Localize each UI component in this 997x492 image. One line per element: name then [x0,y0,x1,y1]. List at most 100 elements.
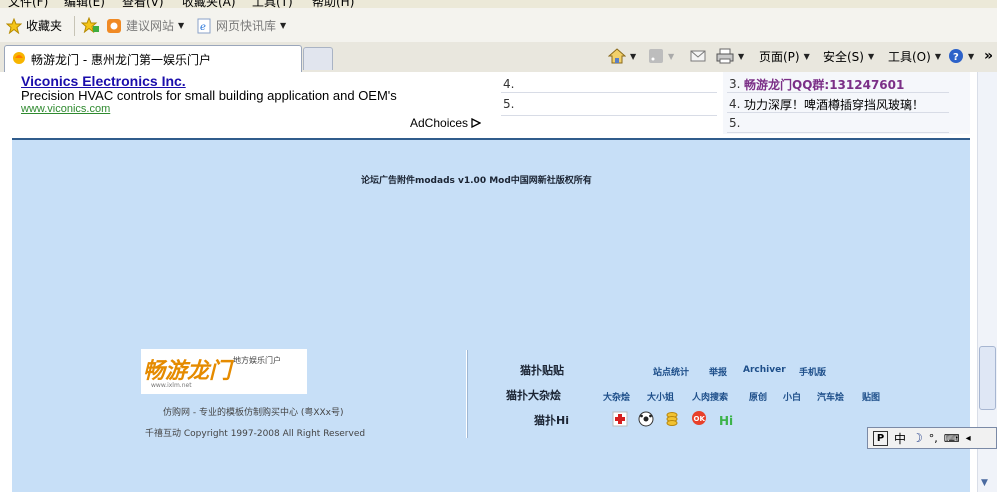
suggested-sites-label: 建议网站 [126,19,175,33]
qq-group-link[interactable]: 畅游龙门QQ群:131247601 [744,76,904,93]
favorites-button[interactable]: 收藏夹 [6,17,62,34]
chevron-down-icon: ▼ [867,51,875,61]
list-item-number: 4. [729,97,741,111]
feeds-button[interactable]: ▼ [648,48,674,64]
menu-file[interactable]: 文件(F) [8,0,48,8]
menu-favorites[interactable]: 收藏夹(A) [182,0,236,8]
ie-page-icon: e [197,18,211,33]
scrollbar-thumb[interactable] [979,346,996,410]
scroll-down-icon[interactable]: ▼ [981,478,988,488]
car-link[interactable]: 汽车烩 [817,390,844,403]
web-slice-gallery-button[interactable]: e 网页快讯库 ▼ [196,17,286,34]
ime-toolbar[interactable]: P 中 ☽ °, ⌨ ◂ [867,427,997,449]
ad-url-link[interactable]: www.viconics.com [21,103,110,115]
add-favorite-button[interactable] [81,17,99,33]
footer-tagline: 仿购网 - 专业的模板仿制购买中心 (粤XXx号) [163,408,344,418]
chevron-down-icon: ▼ [280,21,287,30]
stats-link[interactable]: 站点统计 [653,365,689,378]
web-slice-gallery-label: 网页快讯库 [216,19,277,33]
logo-url: www.ixlm.net [151,382,192,389]
safety-menu-button[interactable]: 安全(S) ▼ [823,48,874,64]
read-mail-button[interactable] [690,48,706,64]
report-link[interactable]: 举报 [709,365,727,378]
svg-text:?: ? [953,52,959,63]
svg-text:OK: OK [694,415,706,423]
chevron-down-icon: ▼ [934,51,941,61]
safety-menu-label: 安全(S) [823,49,864,64]
suggested-sites-button[interactable]: 建议网站 ▼ [106,17,184,34]
daxiaojie-link[interactable]: 大小姐 [647,390,674,403]
punctuation-icon[interactable]: °, [929,432,938,445]
site-logo[interactable]: 畅游龙门 地方娱乐门户 www.ixlm.net [141,349,307,394]
soccer-ball-icon[interactable] [638,411,654,427]
menu-edit[interactable]: 编辑(E) [64,0,105,8]
right-list: 3. 畅游龙门QQ群:131247601 4. 功力深厚！啤酒樽插穿挡风玻璃！ … [723,72,970,134]
ime-menu-icon[interactable]: ◂ [966,433,971,444]
toolbar-overflow-icon[interactable]: » [984,48,993,64]
row-divider [501,92,717,93]
tools-menu-label: 工具(O) [888,49,931,64]
row-divider [727,132,949,133]
ok-badge-icon[interactable]: OK [690,410,708,426]
section-label: 猫扑大杂烩 [506,389,561,402]
ad-description: Precision HVAC controls for small buildi… [21,88,397,103]
home-button[interactable]: ▼ [608,48,636,64]
first-aid-icon[interactable] [612,411,628,427]
add-favorite-icon [81,17,99,33]
mobile-link[interactable]: 手机版 [799,365,826,378]
plugin-copyright-panel: 论坛广告附件modads v1.00 Mod中国网新社版权所有 [12,138,970,322]
site-favicon-icon [13,52,25,64]
star-icon [6,17,22,34]
chevron-down-icon: ▼ [630,51,637,61]
renrou-link[interactable]: 人肉搜索 [692,390,728,403]
tools-menu-button[interactable]: 工具(O) ▼ [888,48,941,64]
list-item-number: 3. [729,77,741,91]
original-link[interactable]: 原创 [749,390,767,403]
help-icon: ? [949,49,963,63]
tab-active[interactable]: 畅游龙门 - 惠州龙门第一娱乐门户 [4,45,302,72]
chevron-down-icon: ▼ [178,21,185,30]
footer-copyright: 千禧互动 Copyright 1997-2008 All Right Reser… [145,429,366,439]
adchoices-icon [471,117,482,129]
help-button[interactable]: ? ▼ [948,48,974,64]
toolbar-separator [74,16,75,36]
section-label: 猫扑Hi [534,414,569,427]
rss-icon [649,49,663,63]
favorites-label: 收藏夹 [26,19,63,33]
half-width-moon-icon[interactable]: ☽ [912,431,923,445]
ad-title-link[interactable]: Viconics Electronics Inc. [21,73,186,89]
chevron-down-icon: ▼ [803,51,810,61]
chevron-down-icon: ▼ [738,51,745,61]
logo-text: 畅游龙门 [143,359,232,384]
mail-icon [690,50,706,62]
dazahui-link[interactable]: 大杂烩 [603,390,630,403]
menu-view[interactable]: 查看(V) [122,0,164,8]
menu-bar: 文件(F) 编辑(E) 查看(V) 收藏夹(A) 工具(T) 帮助(H) [0,0,997,8]
plugin-copyright-text: 论坛广告附件modads v1.00 Mod中国网新社版权所有 [361,176,592,186]
row-divider [727,112,949,113]
tab-title: 畅游龙门 - 惠州龙门第一娱乐门户 [31,53,211,67]
menu-help[interactable]: 帮助(H) [312,0,354,8]
ime-logo-icon[interactable]: P [873,430,888,446]
soft-keyboard-icon[interactable]: ⌨ [944,432,960,445]
pics-link[interactable]: 贴图 [862,390,880,403]
adchoices-label: AdChoices [410,116,469,130]
menu-tools[interactable]: 工具(T) [252,0,293,8]
home-icon [608,48,626,64]
print-button[interactable]: ▼ [716,48,744,64]
xiaobai-link[interactable]: 小白 [783,390,801,403]
list-item: 4. [503,77,515,91]
suggested-sites-icon [107,18,121,33]
new-tab-button[interactable] [303,47,333,70]
logo-slogan: 地方娱乐门户 [233,356,281,365]
page-menu-button[interactable]: 页面(P) ▼ [759,48,810,64]
adchoices-link[interactable]: AdChoices [410,116,482,130]
hi-link[interactable]: Hi [719,414,733,428]
list-item-number: 5. [729,116,741,130]
news-link[interactable]: 功力深厚！啤酒樽插穿挡风玻璃！ [744,96,924,113]
coins-icon[interactable] [664,411,680,427]
row-divider [727,92,949,93]
ime-mode-toggle[interactable]: 中 [894,430,906,447]
archiver-link[interactable]: Archiver [743,365,786,375]
footer [12,320,970,492]
